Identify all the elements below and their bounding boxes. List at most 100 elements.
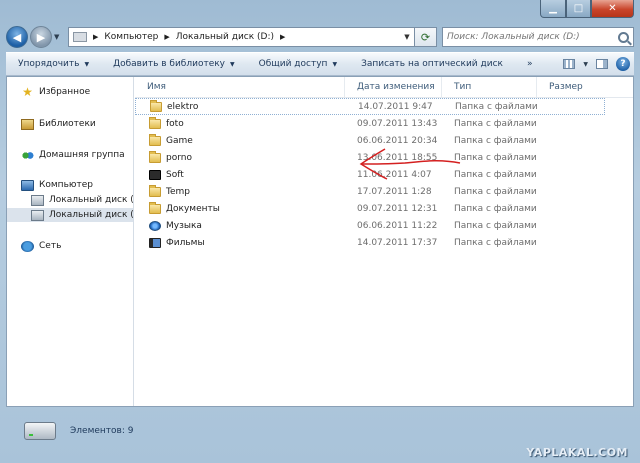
nav-label: Компьютер	[39, 180, 93, 190]
watermark-logo: YAPLAKAL.COM	[526, 446, 628, 459]
file-row[interactable]: foto 09.07.2011 13:43 Папка с файлами	[135, 115, 633, 132]
nav-label: Домашняя группа	[39, 150, 125, 160]
address-dropdown-icon[interactable]: ▼	[400, 33, 414, 41]
column-header-type[interactable]: Тип	[442, 77, 537, 97]
change-view-icon[interactable]	[563, 59, 576, 69]
help-icon[interactable]: ?	[616, 57, 630, 71]
folder-icon	[149, 150, 161, 163]
file-date: 14.07.2011 17:37	[357, 237, 438, 248]
breadcrumb-drive-d[interactable]: Локальный диск (D:) ▶	[176, 32, 286, 42]
nav-homegroup[interactable]: Домашняя группа	[7, 148, 133, 162]
search-box[interactable]	[442, 27, 634, 47]
nav-favorites[interactable]: ★ Избранное	[7, 84, 133, 99]
refresh-button[interactable]: ⟳	[415, 27, 437, 47]
chevron-right-icon: ▶	[280, 33, 286, 41]
file-type: Папка с файлами	[455, 101, 538, 112]
column-headers: Имя Дата изменения Тип Размер	[135, 77, 633, 98]
address-row: ◀ ▶ ▼ ▶ Компьютер ▶ Локальный диск (D:) ▶ …	[6, 24, 634, 50]
homegroup-icon	[21, 149, 34, 161]
chevron-down-icon: ▼	[332, 60, 338, 68]
column-label: Дата изменения	[357, 82, 435, 92]
share-label: Общий доступ	[258, 59, 328, 69]
file-name: Музыка	[166, 220, 202, 231]
search-icon[interactable]	[618, 31, 629, 43]
nav-label: Избранное	[39, 87, 91, 97]
arrow-right-icon: ▶	[36, 30, 46, 44]
back-button[interactable]: ◀	[6, 26, 28, 48]
file-date: 06.06.2011 11:22	[357, 220, 438, 231]
item-count: Элементов: 9	[70, 425, 134, 436]
close-button[interactable]: ✕	[591, 0, 634, 18]
nav-libraries[interactable]: Библиотеки	[7, 117, 133, 131]
folder-icon	[150, 99, 162, 112]
file-row[interactable]: Документы 09.07.2011 12:31 Папка с файла…	[135, 200, 633, 217]
file-row[interactable]: Музыка 06.06.2011 11:22 Папка с файлами	[135, 217, 633, 234]
nav-network[interactable]: Сеть	[7, 239, 133, 253]
breadcrumb-computer[interactable]: Компьютер ▶	[104, 32, 169, 42]
more-commands-label: »	[526, 59, 533, 69]
command-bar: Упорядочить ▼ Добавить в библиотеку ▼ Общи…	[6, 52, 634, 76]
add-to-library-button[interactable]: Добавить в библиотеку ▼	[113, 59, 235, 69]
chevron-down-icon: ▼	[84, 60, 90, 68]
address-bar[interactable]: ▶ Компьютер ▶ Локальный диск (D:) ▶ ▼	[68, 27, 415, 47]
file-type: Папка с файлами	[454, 135, 537, 146]
file-name: Soft	[166, 169, 184, 180]
nav-drive-d[interactable]: Локальный диск (D	[7, 208, 134, 222]
burn-label: Записать на оптический диск	[361, 59, 503, 69]
folder-icon	[149, 184, 161, 197]
column-header-size[interactable]: Размер	[537, 77, 597, 97]
toolbar-right: ▼ ?	[563, 57, 630, 71]
file-type: Папка с файлами	[454, 118, 537, 129]
soft-folder-icon	[149, 169, 161, 180]
column-header-name[interactable]: Имя	[135, 77, 345, 97]
arrow-left-icon: ◀	[12, 30, 22, 44]
organize-button[interactable]: Упорядочить ▼	[18, 59, 89, 69]
nav-label: Локальный диск (D	[49, 210, 134, 220]
nav-label: Локальный диск (C:)	[49, 195, 134, 205]
computer-icon	[73, 32, 87, 42]
file-type: Папка с файлами	[454, 237, 537, 248]
star-icon: ★	[22, 84, 33, 99]
column-label: Размер	[549, 82, 583, 92]
file-list: Имя Дата изменения Тип Размер elektro 14…	[135, 77, 633, 406]
preview-pane-icon[interactable]	[596, 59, 608, 69]
view-dropdown-icon[interactable]: ▼	[583, 61, 588, 68]
breadcrumb-label: Локальный диск (D:)	[175, 32, 275, 42]
folder-icon	[149, 133, 161, 146]
explorer-window: ▁ □ ✕ ◀ ▶ ▼ ▶ Компьютер ▶ Локальный диск …	[0, 0, 640, 463]
recent-pages-dropdown[interactable]: ▼	[54, 33, 64, 41]
drive-icon	[31, 209, 44, 221]
library-icon	[21, 118, 34, 130]
nav-label: Библиотеки	[39, 119, 96, 129]
file-name: Фильмы	[166, 237, 205, 248]
nav-drive-c[interactable]: Локальный диск (C:)	[7, 193, 134, 207]
nav-computer[interactable]: Компьютер	[7, 178, 133, 192]
column-label: Тип	[454, 82, 472, 92]
computer-icon	[21, 179, 34, 191]
file-date: 14.07.2011 9:47	[358, 101, 433, 112]
file-date: 06.06.2011 20:34	[357, 135, 438, 146]
file-date: 09.07.2011 12:31	[357, 203, 438, 214]
nav-label: Сеть	[39, 241, 62, 251]
more-commands-button[interactable]: »	[527, 59, 533, 69]
file-name: foto	[166, 118, 184, 129]
column-label: Имя	[147, 82, 166, 92]
file-name: elektro	[167, 101, 199, 112]
file-name: Документы	[166, 203, 220, 214]
share-button[interactable]: Общий доступ ▼	[259, 59, 337, 69]
forward-button[interactable]: ▶	[30, 26, 52, 48]
burn-button[interactable]: Записать на оптический диск	[361, 59, 503, 69]
file-name: porno	[166, 152, 192, 163]
column-header-date[interactable]: Дата изменения	[345, 77, 442, 97]
minimize-button[interactable]: ▁	[540, 0, 566, 18]
file-date: 09.07.2011 13:43	[357, 118, 438, 129]
file-type: Папка с файлами	[454, 220, 537, 231]
maximize-button[interactable]: □	[566, 0, 591, 18]
annotation-arrow	[359, 148, 461, 180]
file-name: Game	[166, 135, 193, 146]
file-row[interactable]: Temp 17.07.2011 1:28 Папка с файлами	[135, 183, 633, 200]
file-row[interactable]: Фильмы 14.07.2011 17:37 Папка с файлами	[135, 234, 633, 251]
breadcrumb-label: Компьютер	[104, 32, 159, 42]
file-row[interactable]: elektro 14.07.2011 9:47 Папка с файлами	[135, 98, 605, 115]
search-input[interactable]	[447, 32, 618, 42]
